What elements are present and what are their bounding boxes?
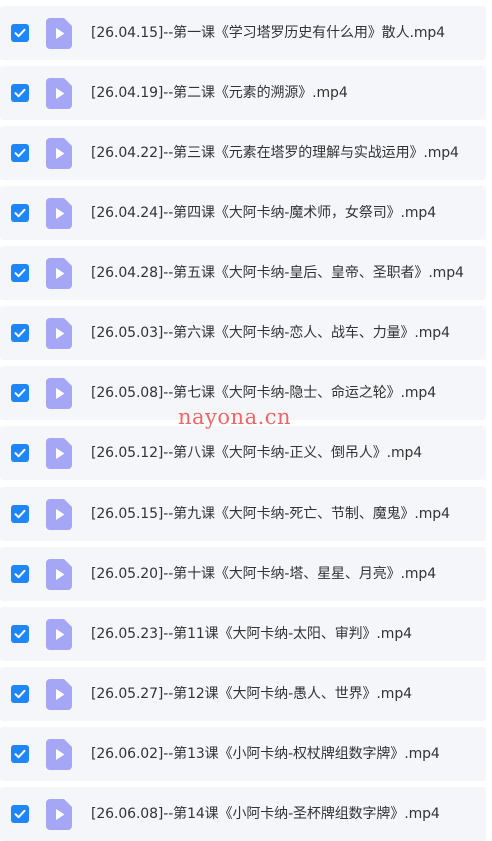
check-icon xyxy=(14,448,26,458)
file-name: [26.06.02]--第13课《小阿卡纳-权杖牌组数字牌》.mp4 xyxy=(91,746,440,762)
file-row[interactable]: [26.04.24]--第四课《大阿卡纳-魔术师，女祭司》.mp4 xyxy=(0,186,486,240)
file-name: [26.05.12]--第八课《大阿卡纳-正义、倒吊人》.mp4 xyxy=(91,445,423,461)
checkbox[interactable] xyxy=(11,384,29,402)
file-name: [26.06.08]--第14课《小阿卡纳-圣杯牌组数字牌》.mp4 xyxy=(91,806,440,822)
checkbox[interactable] xyxy=(11,204,29,222)
checkbox[interactable] xyxy=(11,745,29,763)
checkbox[interactable] xyxy=(11,144,29,162)
file-name: [26.04.15]--第一课《学习塔罗历史有什么用》散人.mp4 xyxy=(91,25,445,41)
file-name: [26.04.19]--第二课《元素的溯源》.mp4 xyxy=(91,85,348,101)
video-file-icon xyxy=(46,318,72,349)
file-row[interactable]: [26.04.19]--第二课《元素的溯源》.mp4 xyxy=(0,66,486,120)
file-name: [26.05.23]--第11课《大阿卡纳-太阳、审判》.mp4 xyxy=(91,626,412,642)
video-file-icon xyxy=(46,799,72,830)
file-name: [26.05.20]--第十课《大阿卡纳-塔、星星、月亮》.mp4 xyxy=(91,566,437,582)
video-file-icon xyxy=(46,78,72,109)
file-row[interactable]: [26.04.22]--第三课《元素在塔罗的理解与实战运用》.mp4 xyxy=(0,126,486,180)
video-file-icon xyxy=(46,138,72,169)
check-icon xyxy=(14,689,26,699)
file-row[interactable]: [26.04.28]--第五课《大阿卡纳-皇后、皇帝、圣职者》.mp4 xyxy=(0,246,486,300)
checkbox[interactable] xyxy=(11,685,29,703)
checkbox[interactable] xyxy=(11,264,29,282)
checkbox[interactable] xyxy=(11,505,29,523)
check-icon xyxy=(14,88,26,98)
check-icon xyxy=(14,208,26,218)
file-row[interactable]: [26.05.03]--第六课《大阿卡纳-恋人、战车、力量》.mp4 xyxy=(0,306,486,360)
video-file-icon xyxy=(46,378,72,409)
file-row[interactable]: [26.06.08]--第14课《小阿卡纳-圣杯牌组数字牌》.mp4 xyxy=(0,787,486,841)
file-name: [26.04.28]--第五课《大阿卡纳-皇后、皇帝、圣职者》.mp4 xyxy=(91,265,464,281)
video-file-icon xyxy=(46,198,72,229)
video-file-icon xyxy=(46,18,72,49)
file-row[interactable]: [26.05.20]--第十课《大阿卡纳-塔、星星、月亮》.mp4 xyxy=(0,547,486,601)
file-row[interactable]: [26.06.02]--第13课《小阿卡纳-权杖牌组数字牌》.mp4 xyxy=(0,727,486,781)
check-icon xyxy=(14,328,26,338)
checkbox[interactable] xyxy=(11,444,29,462)
video-file-icon xyxy=(46,258,72,289)
video-file-icon xyxy=(46,739,72,770)
file-row[interactable]: [26.05.12]--第八课《大阿卡纳-正义、倒吊人》.mp4 xyxy=(0,426,486,480)
check-icon xyxy=(14,629,26,639)
video-file-icon xyxy=(46,499,72,530)
checkbox[interactable] xyxy=(11,84,29,102)
video-file-icon xyxy=(46,619,72,650)
check-icon xyxy=(14,148,26,158)
checkbox[interactable] xyxy=(11,24,29,42)
video-file-icon xyxy=(46,679,72,710)
file-row[interactable]: [26.05.15]--第九课《大阿卡纳-死亡、节制、魔鬼》.mp4 xyxy=(0,487,486,541)
file-row[interactable]: [26.05.27]--第12课《大阿卡纳-愚人、世界》.mp4 xyxy=(0,667,486,721)
check-icon xyxy=(14,28,26,38)
check-icon xyxy=(14,388,26,398)
video-file-icon xyxy=(46,559,72,590)
file-row[interactable]: [26.05.23]--第11课《大阿卡纳-太阳、审判》.mp4 xyxy=(0,607,486,661)
checkbox[interactable] xyxy=(11,625,29,643)
check-icon xyxy=(14,809,26,819)
file-name: [26.05.15]--第九课《大阿卡纳-死亡、节制、魔鬼》.mp4 xyxy=(91,506,450,522)
check-icon xyxy=(14,749,26,759)
check-icon xyxy=(14,569,26,579)
watermark: nayona.cn xyxy=(178,405,292,429)
video-file-icon xyxy=(46,438,72,469)
file-name: [26.05.27]--第12课《大阿卡纳-愚人、世界》.mp4 xyxy=(91,686,412,702)
checkbox[interactable] xyxy=(11,565,29,583)
file-name: [26.04.24]--第四课《大阿卡纳-魔术师，女祭司》.mp4 xyxy=(91,205,437,221)
checkbox[interactable] xyxy=(11,805,29,823)
check-icon xyxy=(14,509,26,519)
check-icon xyxy=(14,268,26,278)
file-name: [26.05.03]--第六课《大阿卡纳-恋人、战车、力量》.mp4 xyxy=(91,325,450,341)
file-name: [26.04.22]--第三课《元素在塔罗的理解与实战运用》.mp4 xyxy=(91,145,459,161)
file-row[interactable]: [26.04.15]--第一课《学习塔罗历史有什么用》散人.mp4 xyxy=(0,6,486,60)
checkbox[interactable] xyxy=(11,324,29,342)
